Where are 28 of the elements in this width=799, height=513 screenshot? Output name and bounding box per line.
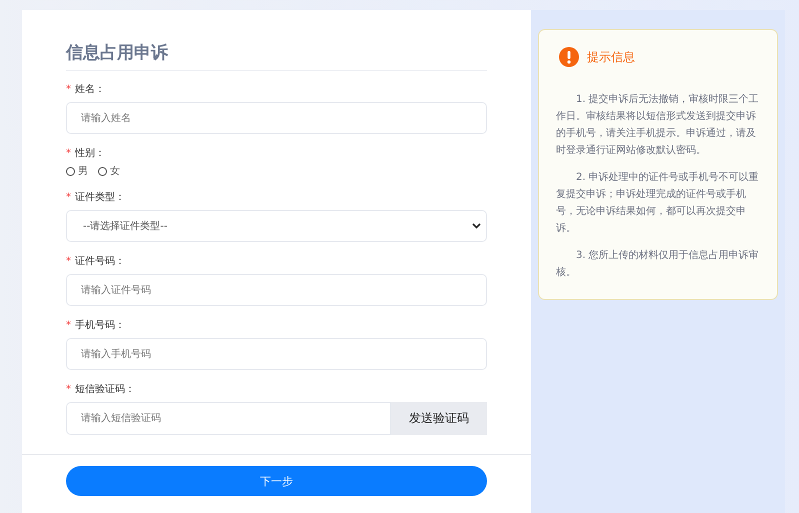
exclamation-icon (559, 47, 579, 67)
required-mark: * (66, 192, 71, 202)
radio-option[interactable]: 男 (66, 164, 88, 178)
field-label: 证件号码： (75, 255, 125, 268)
input-field[interactable]: 请输入姓名 (66, 102, 487, 134)
input-field[interactable]: 请输入短信验证码 (66, 402, 391, 435)
field-label: 证件类型： (75, 190, 125, 204)
send-code-button[interactable]: 发送验证码 (391, 402, 487, 435)
notice-paragraph: 1. 提交申诉后无法撤销，审核时限三个工作日。审核结果将以短信形式发送到提交申诉的手机号，请关注手机提示。申诉通过，请及时登录通行证网站修改默认密码。 (556, 92, 759, 158)
chevron-down-icon (472, 223, 481, 229)
field-label: 手机号码： (75, 318, 125, 332)
required-mark: * (66, 320, 71, 330)
next-step-button[interactable]: 下一步 (66, 466, 487, 496)
notice-paragraph: 2. 申诉处理中的证件号或手机号不可以重复提交申诉；申诉处理完成的证件号或手机号，无论申诉结果如何，都可以再次提交申诉。 (556, 170, 759, 236)
required-mark: * (66, 84, 71, 94)
select-dropdown[interactable]: --请选择证件类型-- (66, 210, 487, 242)
notice-paragraph: 3. 您所上传的材料仅用于信息占用申诉审核。 (556, 248, 759, 280)
required-mark: * (66, 384, 71, 394)
required-mark: * (66, 256, 71, 266)
required-mark: * (66, 148, 71, 158)
radio-option[interactable]: 女 (98, 164, 120, 178)
field-label: 性别： (75, 146, 105, 160)
notice-title: 提示信息 (587, 48, 635, 66)
field-label: 姓名： (75, 83, 105, 96)
page-title: 信息占用申诉 (66, 41, 487, 71)
field-label: 短信验证码： (75, 383, 135, 396)
input-field[interactable]: 请输入手机号码 (66, 338, 487, 370)
input-field[interactable]: 请输入证件号码 (66, 274, 487, 306)
